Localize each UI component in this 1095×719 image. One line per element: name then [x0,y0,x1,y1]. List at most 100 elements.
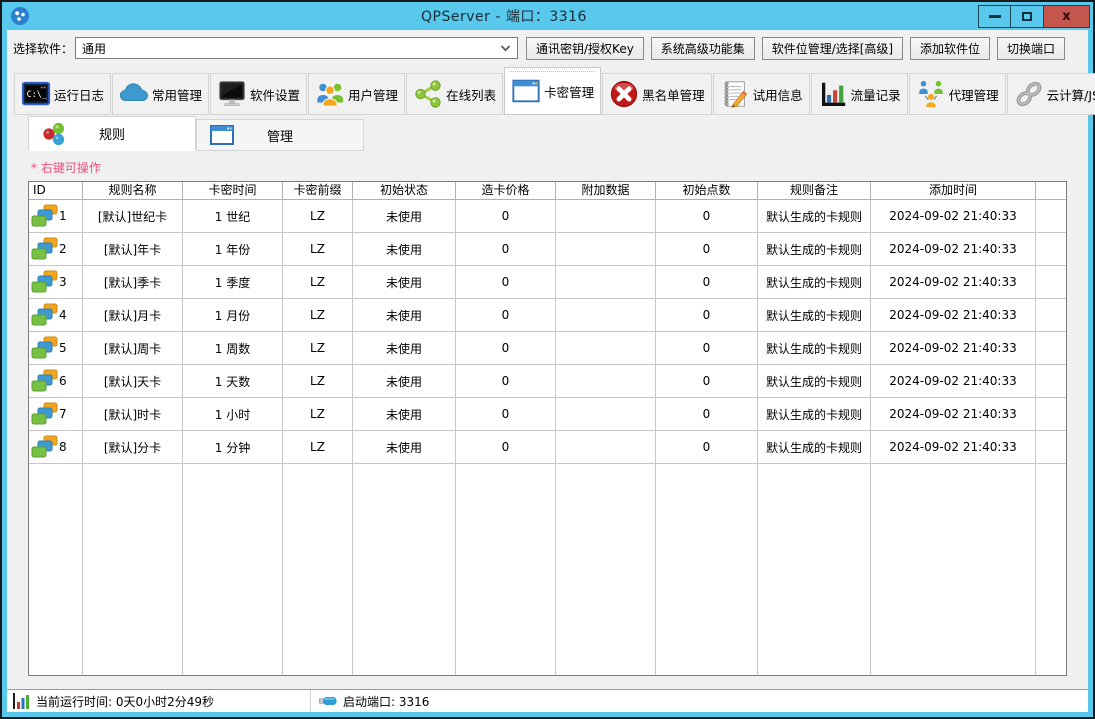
share-nodes-icon [413,79,443,109]
minimize-icon [989,15,1001,18]
points-cell: 0 [656,299,758,332]
tab-cloud-js[interactable]: 云计算/JS [1007,73,1095,115]
status-gap [7,676,1088,689]
status-cell: 未使用 [353,431,456,464]
points-cell: 0 [656,332,758,365]
close-button[interactable]: x [1044,5,1090,28]
note-cell: 默认生成的卡规则 [758,200,871,233]
cards-icon [31,435,58,459]
note-cell: 默认生成的卡规则 [758,299,871,332]
price-cell: 0 [456,431,556,464]
rule-name-cell: [默认]季卡 [83,266,183,299]
window-title: QPServer - 端口：3316 [30,6,978,26]
column-header-7[interactable]: 初始点数 [656,182,758,200]
id-cell: 4 [29,299,83,332]
column-header-1[interactable]: 规则名称 [83,182,183,200]
card-time-cell: 1 年份 [183,233,283,266]
column-header-4[interactable]: 初始状态 [353,182,456,200]
filler-cell [29,464,83,675]
add-slot-button[interactable]: 添加软件位 [910,37,990,60]
table-row[interactable]: 3[默认]季卡1 季度LZ未使用00默认生成的卡规则2024-09-02 21:… [29,266,1066,299]
tab-card-key-management[interactable]: 卡密管理 [504,67,601,115]
card-time-cell: 1 月份 [183,299,283,332]
extra-data-cell [556,332,656,365]
minimize-button[interactable] [978,5,1011,28]
cards-icon [31,402,58,426]
filler-cell [656,464,758,675]
added-time-cell: 2024-09-02 21:40:33 [871,365,1036,398]
note-cell: 默认生成的卡规则 [758,266,871,299]
column-header-5[interactable]: 造卡价格 [456,182,556,200]
table-row[interactable]: 4[默认]月卡1 月份LZ未使用00默认生成的卡规则2024-09-02 21:… [29,299,1066,332]
cards-icon [31,303,58,327]
added-time-cell: 2024-09-02 21:40:33 [871,299,1036,332]
column-header-6[interactable]: 附加数据 [556,182,656,200]
id-cell: 7 [29,398,83,431]
row-filler-cell [1036,332,1066,365]
switch-port-button[interactable]: 切换端口 [997,37,1065,60]
tab-blacklist-management[interactable]: 黑名单管理 [602,73,712,115]
tab-label: 用户管理 [348,85,398,104]
points-cell: 0 [656,398,758,431]
prefix-cell: LZ [283,200,353,233]
filler-cell [1036,464,1066,675]
filler-cell [83,464,183,675]
advanced-features-button[interactable]: 系统高级功能集 [651,37,755,60]
row-id: 6 [59,374,67,388]
comm-key-button[interactable]: 通讯密钥/授权Key [526,37,644,60]
maximize-button[interactable] [1011,5,1044,28]
prefix-cell: LZ [283,365,353,398]
table-row[interactable]: 8[默认]分卡1 分钟LZ未使用00默认生成的卡规则2024-09-02 21:… [29,431,1066,464]
tab-trial-info[interactable]: 试用信息 [713,73,810,115]
window-body: 选择软件： 通用 通讯密钥/授权Key系统高级功能集软件位管理/选择[高级]添加… [7,30,1088,712]
table-row[interactable]: 1[默认]世纪卡1 世纪LZ未使用00默认生成的卡规则2024-09-02 21… [29,200,1066,233]
tab-agent-management[interactable]: 代理管理 [909,73,1006,115]
tab-traffic-log[interactable]: 流量记录 [811,73,908,115]
software-select-combobox[interactable]: 通用 [75,37,518,59]
table-row[interactable]: 7[默认]时卡1 小时LZ未使用00默认生成的卡规则2024-09-02 21:… [29,398,1066,431]
status-cell: 未使用 [353,233,456,266]
added-time-cell: 2024-09-02 21:40:33 [871,332,1036,365]
row-id: 5 [59,341,67,355]
subtab-manage[interactable]: 管理 [196,119,364,151]
row-filler-cell [1036,233,1066,266]
table-row[interactable]: 6[默认]天卡1 天数LZ未使用00默认生成的卡规则2024-09-02 21:… [29,365,1066,398]
tab-user-management[interactable]: 用户管理 [308,73,405,115]
subtab-rules[interactable]: 规则 [28,116,196,151]
extra-data-cell [556,431,656,464]
column-header-9[interactable]: 添加时间 [871,182,1036,200]
agents-icon [916,79,946,109]
extra-data-cell [556,398,656,431]
id-cell: 1 [29,200,83,233]
tab-online-list[interactable]: 在线列表 [406,73,503,115]
terminal-icon: C:\_ [21,79,51,109]
tab-common-management[interactable]: 常用管理 [112,73,209,115]
tab-run-log[interactable]: C:\_运行日志 [14,73,111,115]
table-header-row: ID规则名称卡密时间卡密前缀初始状态造卡价格附加数据初始点数规则备注添加时间 [29,182,1066,200]
status-cell: 未使用 [353,299,456,332]
main-tabstrip: C:\_运行日志常用管理软件设置 用户管理在线列表 卡密管理黑名单管理试用信息流量记… [7,66,1088,115]
table-row[interactable]: 5[默认]周卡1 周数LZ未使用00默认生成的卡规则2024-09-02 21:… [29,332,1066,365]
filler-cell [758,464,871,675]
points-cell: 0 [656,200,758,233]
table-row[interactable]: 2[默认]年卡1 年份LZ未使用00默认生成的卡规则2024-09-02 21:… [29,233,1066,266]
added-time-cell: 2024-09-02 21:40:33 [871,398,1036,431]
filler-cell [353,464,456,675]
column-header-2[interactable]: 卡密时间 [183,182,283,200]
row-id: 8 [59,440,67,454]
window-icon [511,76,541,106]
column-header-0[interactable]: ID [29,182,83,200]
rule-name-cell: [默认]分卡 [83,431,183,464]
price-cell: 0 [456,200,556,233]
note-cell: 默认生成的卡规则 [758,431,871,464]
row-id: 3 [59,275,67,289]
column-header-filler [1036,182,1066,200]
app-icon[interactable] [10,6,30,26]
bar-chart-icon [12,693,30,709]
column-header-8[interactable]: 规则备注 [758,182,871,200]
tab-label: 卡密管理 [544,82,594,101]
column-header-3[interactable]: 卡密前缀 [283,182,353,200]
tab-software-settings[interactable]: 软件设置 [210,73,307,115]
slot-manage-button[interactable]: 软件位管理/选择[高级] [762,37,903,60]
chevron-down-icon [500,45,511,52]
